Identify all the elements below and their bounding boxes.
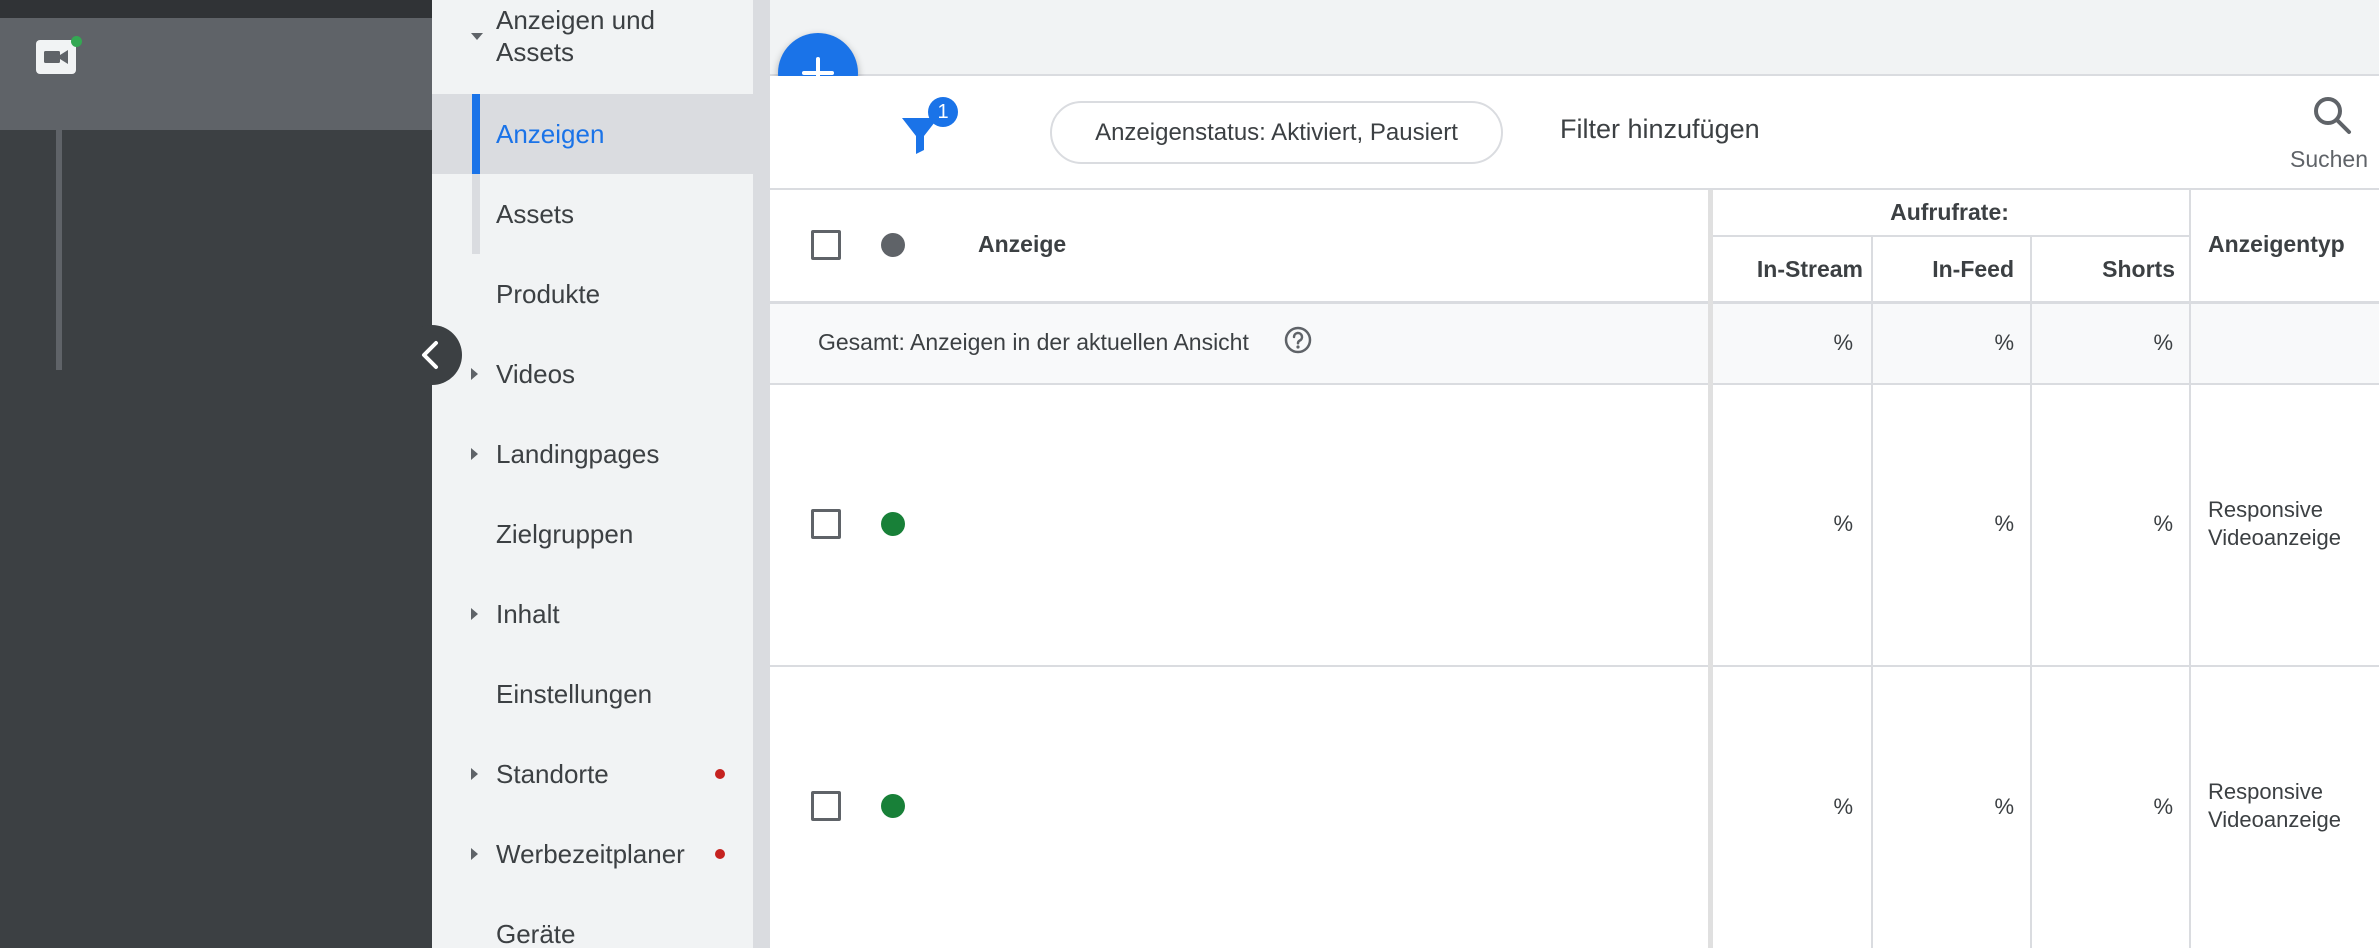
nav-item-zielgruppen[interactable]: Zielgruppen: [432, 494, 753, 574]
row-in-stream: %: [1833, 511, 1853, 536]
row-ad-type: Responsive: [2208, 779, 2323, 804]
row-ad-type: Responsive: [2208, 497, 2323, 522]
expand-arrow-icon: [471, 608, 478, 620]
collapse-nav-button[interactable]: [402, 325, 462, 385]
nav-item-label: Anzeigen und: [496, 5, 656, 35]
row-shorts: %: [2153, 511, 2173, 536]
nav-item-label: Einstellungen: [496, 679, 653, 709]
nav-item-label: Inhalt: [496, 599, 560, 629]
rail-top-strip: [0, 0, 432, 18]
nav-item-label: Produkte: [496, 279, 601, 309]
nav-item-label: Assets: [496, 37, 575, 67]
status-filter-chip[interactable]: Anzeigenstatus: Aktiviert, Pausiert: [1050, 101, 1503, 164]
rail-tree-line: [56, 130, 62, 370]
row-in-feed: %: [1994, 511, 2014, 536]
top-strip: [770, 0, 2379, 76]
column-header-in-stream[interactable]: In-Stream: [1713, 256, 1863, 283]
nav-item-label: Videos: [496, 359, 576, 389]
nav-item-werbezeitplaner[interactable]: Werbezeitplaner: [432, 814, 753, 894]
total-in-feed: %: [1994, 330, 2014, 355]
nav-item-geraete[interactable]: Geräte: [432, 894, 753, 948]
row-checkbox[interactable]: [811, 509, 841, 539]
row-checkbox[interactable]: [811, 791, 841, 821]
column-header-shorts[interactable]: Shorts: [2032, 256, 2175, 283]
column-divider: [2189, 190, 2191, 948]
nav-item-label: Standorte: [496, 759, 609, 789]
total-in-stream: %: [1833, 330, 1853, 355]
video-camera-icon: [36, 40, 76, 74]
nav-item-label: Landingpages: [496, 439, 660, 469]
column-header-anzeige[interactable]: Anzeige: [978, 231, 1066, 258]
expand-arrow-icon: [471, 848, 478, 860]
nav-item-label: Anzeigen: [496, 119, 605, 149]
nav-panel-border: [753, 0, 770, 948]
nav-item-produkte[interactable]: Produkte: [432, 254, 753, 334]
nav-item-assets[interactable]: Assets: [432, 174, 753, 254]
expand-arrow-icon: [471, 33, 483, 40]
status-enabled-dot[interactable]: [881, 512, 905, 536]
nav-item-videos[interactable]: Videos: [432, 334, 753, 414]
help-icon[interactable]: [1283, 325, 1313, 355]
status-indicator-dot: [71, 36, 82, 47]
nav-item-inhalt[interactable]: Inhalt: [432, 574, 753, 654]
total-shorts: %: [2153, 330, 2173, 355]
column-header-in-feed[interactable]: In-Feed: [1873, 256, 2014, 283]
rail-campaign-item[interactable]: [0, 18, 432, 130]
chevron-left-icon: [422, 341, 438, 369]
select-all-checkbox[interactable]: [811, 230, 841, 260]
row-divider: [770, 383, 2379, 385]
nav-item-standorte[interactable]: Standorte: [432, 734, 753, 814]
nav-item-label: Werbezeitplaner: [496, 839, 685, 869]
nav-item-label: Assets: [496, 199, 575, 229]
nav-active-indicator: [472, 94, 480, 174]
search-button[interactable]: Suchen: [2285, 90, 2379, 180]
row-ad-type: Videoanzeige: [2208, 525, 2341, 550]
alert-dot: [715, 849, 725, 859]
nav-item-label: Zielgruppen: [496, 519, 634, 549]
row-in-stream: %: [1833, 794, 1853, 819]
total-row-label: Gesamt: Anzeigen in der aktuellen Ansich…: [818, 329, 1249, 355]
row-ad-type: Videoanzeige: [2208, 807, 2341, 832]
nav-item-label: Geräte: [496, 919, 576, 948]
add-filter-button[interactable]: Filter hinzufügen: [1560, 114, 1760, 145]
status-enabled-dot[interactable]: [881, 794, 905, 818]
column-group-aufrufrate: Aufrufrate:: [1890, 199, 2009, 225]
nav-item-anzeigen[interactable]: Anzeigen: [432, 94, 753, 174]
row-shorts: %: [2153, 794, 2173, 819]
column-header-anzeigentyp[interactable]: Anzeigentyp: [2208, 231, 2345, 258]
row-divider: [770, 665, 2379, 667]
nav-item-landingpages[interactable]: Landingpages: [432, 414, 753, 494]
column-divider: [1708, 190, 1713, 948]
group-header-divider: [1710, 235, 2189, 237]
search-label: Suchen: [2290, 146, 2369, 172]
left-rail: [0, 0, 432, 948]
status-header-dot: [881, 233, 905, 257]
search-icon: [2314, 97, 2351, 134]
nav-item-einstellungen[interactable]: Einstellungen: [432, 654, 753, 734]
nav-item-anzeigen-und-assets[interactable]: Anzeigen und Assets: [432, 0, 753, 94]
navigation-panel: Anzeigen und Assets Anzeigen Assets Prod…: [432, 0, 753, 948]
filter-count-badge: 1: [928, 97, 958, 127]
expand-arrow-icon: [471, 368, 478, 380]
expand-arrow-icon: [471, 448, 478, 460]
alert-dot: [715, 769, 725, 779]
expand-arrow-icon: [471, 768, 478, 780]
row-in-feed: %: [1994, 794, 2014, 819]
